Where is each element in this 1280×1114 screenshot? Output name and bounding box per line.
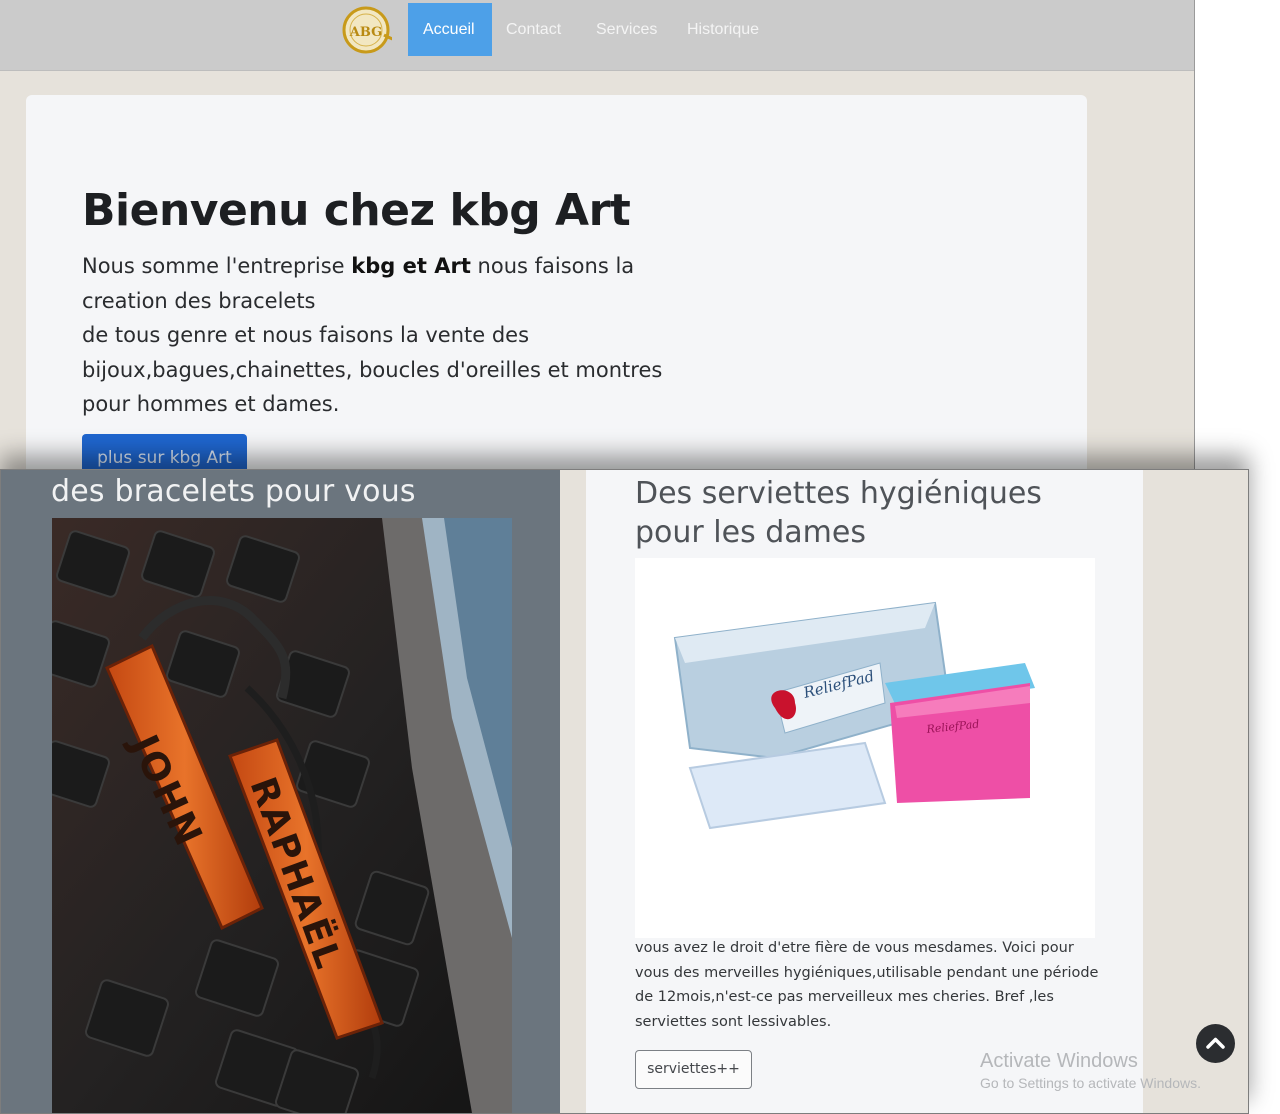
- hero-description: Nous somme l'entreprise kbg et Art nous …: [82, 249, 712, 422]
- hero-text-brand: kbg et Art: [351, 254, 471, 278]
- pads-image: ReliefPad ReliefPad: [635, 558, 1095, 938]
- bracelets-image: JOHN RAPHAËL: [52, 518, 512, 1113]
- nav-item-services[interactable]: Services: [581, 3, 672, 56]
- pads-description: vous avez le droit d'etre fière de vous …: [635, 940, 1099, 1030]
- hero-text-part1: Nous somme l'entreprise: [82, 254, 352, 278]
- top-browser-window: ABG Accueil Contact Services Historique …: [0, 0, 1195, 470]
- bracelets-photo: JOHN RAPHAËL: [52, 518, 512, 1113]
- brand-logo[interactable]: ABG: [340, 5, 403, 55]
- svg-text:ABG: ABG: [349, 25, 382, 40]
- scroll-to-top-button[interactable]: [1196, 1024, 1235, 1063]
- bracelets-card: des bracelets pour vous JOHN RAPHAËL: [1, 470, 560, 1113]
- chevron-up-icon: [1206, 1037, 1225, 1049]
- pads-card: Des serviettes hygiéniques pour les dame…: [586, 470, 1143, 1113]
- more-about-button[interactable]: plus sur kbg Art: [82, 434, 247, 470]
- hero-text-line2: de tous genre et nous faisons la vente d…: [82, 323, 663, 416]
- logo-icon: ABG: [342, 6, 403, 54]
- pads-photo: ReliefPad ReliefPad: [635, 558, 1095, 938]
- navbar: ABG Accueil Contact Services Historique: [0, 0, 1194, 71]
- watermark-subtitle: Go to Settings to activate Windows.: [980, 1075, 1201, 1091]
- serviettes-button[interactable]: serviettes++: [635, 1050, 752, 1089]
- pads-heading: Des serviettes hygiéniques pour les dame…: [635, 476, 1042, 550]
- bracelets-heading: des bracelets pour vous: [51, 474, 416, 509]
- hero-title: Bienvenu chez kbg Art: [82, 185, 631, 236]
- hero-jumbotron: Bienvenu chez kbg Art Nous somme l'entre…: [26, 95, 1087, 470]
- nav-item-accueil[interactable]: Accueil: [408, 3, 492, 56]
- nav-item-contact[interactable]: Contact: [491, 3, 576, 56]
- bottom-browser-window: des bracelets pour vous JOHN RAPHAËL Des…: [0, 469, 1249, 1114]
- nav-item-historique[interactable]: Historique: [672, 3, 774, 56]
